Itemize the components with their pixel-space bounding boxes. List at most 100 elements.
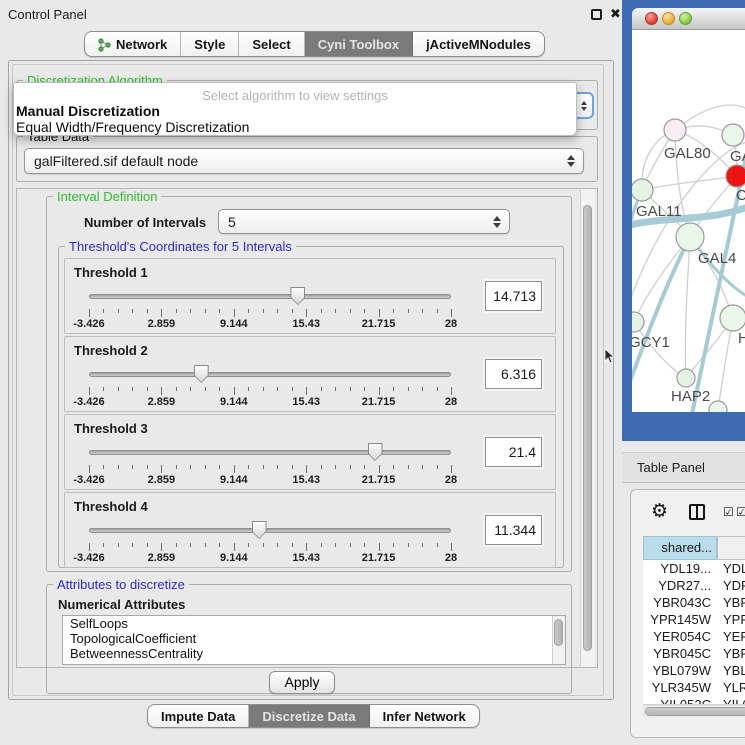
column-header-name[interactable]: na xyxy=(717,536,745,560)
table-data-value: galFiltered.sif default node xyxy=(34,153,198,169)
threshold-slider[interactable]: -3.4262.8599.14415.4321.71528 xyxy=(89,363,451,411)
attribute-item[interactable]: SelfLoops xyxy=(63,616,565,631)
slider-tick-labels: -3.4262.8599.14415.4321.71528 xyxy=(89,474,451,486)
tick-mark xyxy=(132,543,133,547)
tick-mark xyxy=(219,387,220,391)
columns-icon[interactable] xyxy=(689,504,705,520)
cell-name[interactable]: YLR3 xyxy=(717,679,745,696)
cell-shared-name[interactable]: YLR345W xyxy=(643,679,717,696)
tick-mark xyxy=(335,465,336,469)
checkbox-icon[interactable]: ☑ xyxy=(723,506,734,518)
slider-thumb[interactable] xyxy=(368,443,383,461)
close-icon[interactable]: ✖ xyxy=(610,6,621,22)
number-of-intervals-combobox[interactable]: 5 xyxy=(218,209,510,234)
control-panel-titlebar: Control Panel ✖ xyxy=(0,0,622,28)
threshold-slider[interactable]: -3.4262.8599.14415.4321.71528 xyxy=(89,519,451,567)
tab-select[interactable]: Select xyxy=(239,32,304,56)
tick-mark xyxy=(451,465,452,473)
threshold-slider[interactable]: -3.4262.8599.14415.4321.71528 xyxy=(89,441,451,489)
tab-impute-data-label: Impute Data xyxy=(161,709,235,724)
scrollbar-thumb[interactable] xyxy=(554,619,563,646)
tab-network[interactable]: Network xyxy=(85,32,181,56)
cell-shared-name[interactable]: YBR043C xyxy=(643,594,717,611)
slider-track[interactable] xyxy=(89,294,451,299)
tick-mark xyxy=(277,387,278,391)
tick-mark xyxy=(379,309,380,317)
threshold-slider[interactable]: -3.4262.8599.14415.4321.71528 xyxy=(89,285,451,333)
tick-mark xyxy=(132,309,133,313)
threshold-value-field[interactable]: 14.713 xyxy=(485,281,542,311)
threshold-value-field[interactable]: 21.4 xyxy=(485,437,542,467)
network-window-titlebar[interactable] xyxy=(632,8,745,30)
table-horizontal-scrollbar[interactable] xyxy=(643,704,745,717)
tick-mark xyxy=(89,387,90,395)
tab-jactivemnodules[interactable]: jActiveMNodules xyxy=(413,32,544,56)
attributes-scrollbar[interactable] xyxy=(552,616,565,664)
table-row[interactable]: YDL19...YDL1 xyxy=(643,560,745,577)
cell-shared-name[interactable]: YDR27... xyxy=(643,577,717,594)
tab-impute-data[interactable]: Impute Data xyxy=(148,705,249,727)
cell-name[interactable]: YDR2 xyxy=(717,577,745,594)
threshold-value-field[interactable]: 6.316 xyxy=(485,359,542,389)
minimize-traffic-light-icon[interactable] xyxy=(662,12,675,25)
table-row[interactable]: YLR345WYLR3 xyxy=(643,679,745,696)
number-of-intervals-value: 5 xyxy=(228,214,236,230)
slider-track[interactable] xyxy=(89,528,451,533)
threshold-value-field[interactable]: 11.344 xyxy=(485,515,542,545)
tick-mark xyxy=(408,387,409,391)
close-traffic-light-icon[interactable] xyxy=(645,12,658,25)
tick-mark xyxy=(335,387,336,391)
tab-cyni-toolbox-label: Cyni Toolbox xyxy=(318,37,399,52)
cell-shared-name[interactable]: YER054C xyxy=(643,628,717,645)
dropdown-item-manual-discretization[interactable]: Manual Discretization xyxy=(14,103,576,119)
table-row[interactable]: YDR27...YDR2 xyxy=(643,577,745,594)
table-row[interactable]: YBL079WYBL0 xyxy=(643,662,745,679)
scrollbar-thumb[interactable] xyxy=(583,205,592,651)
cell-shared-name[interactable]: YBR045C xyxy=(643,645,717,662)
tick-mark xyxy=(219,543,220,547)
tab-infer-network[interactable]: Infer Network xyxy=(370,705,479,727)
tab-style[interactable]: Style xyxy=(181,32,239,56)
slider-thumb[interactable] xyxy=(252,521,267,539)
network-canvas[interactable]: GAL80 GA C GAL11 GAL4 GCY1 H HAP2 xyxy=(632,30,745,412)
float-window-icon[interactable] xyxy=(591,9,602,20)
tick-label: 21.715 xyxy=(354,318,404,330)
cell-name[interactable]: YPR1 xyxy=(717,611,745,628)
tick-label: 9.144 xyxy=(209,318,259,330)
attribute-item[interactable]: TopologicalCoefficient xyxy=(63,631,565,646)
slider-thumb[interactable] xyxy=(290,287,305,305)
slider-track[interactable] xyxy=(89,372,451,377)
tick-mark xyxy=(379,387,380,395)
table-data-combobox[interactable]: galFiltered.sif default node xyxy=(24,148,584,174)
tick-mark xyxy=(306,543,307,551)
settings-vertical-scrollbar[interactable] xyxy=(580,189,595,667)
dropdown-item-equal-width-frequency[interactable]: Equal Width/Frequency Discretization xyxy=(14,119,576,135)
slider-track[interactable] xyxy=(89,450,451,455)
label-cut-c: C xyxy=(736,187,745,204)
cell-shared-name[interactable]: YBL079W xyxy=(643,662,717,679)
cell-name[interactable]: YBR0 xyxy=(717,645,745,662)
cell-name[interactable]: YDL1 xyxy=(717,560,745,577)
slider-thumb[interactable] xyxy=(194,365,209,383)
numerical-attributes-list[interactable]: SelfLoopsTopologicalCoefficientBetweenne… xyxy=(62,615,566,665)
cell-shared-name[interactable]: YDL19... xyxy=(643,560,717,577)
table-row[interactable]: YPR145WYPR1 xyxy=(643,611,745,628)
checkbox-icon[interactable]: ☑ xyxy=(736,506,745,518)
apply-button[interactable]: Apply xyxy=(269,671,335,694)
tab-discretize-data[interactable]: Discretize Data xyxy=(249,705,369,727)
column-header-shared-name[interactable]: shared... xyxy=(643,536,717,560)
gear-icon[interactable]: ⚙ xyxy=(651,502,668,521)
cell-name[interactable]: YBL0 xyxy=(717,662,745,679)
cell-shared-name[interactable]: YPR145W xyxy=(643,611,717,628)
tick-mark xyxy=(147,309,148,313)
zoom-traffic-light-icon[interactable] xyxy=(679,12,692,25)
table-row[interactable]: YBR045CYBR0 xyxy=(643,645,745,662)
table-row[interactable]: YER054CYER0 xyxy=(643,628,745,645)
scrollbar-thumb[interactable] xyxy=(645,707,745,716)
attribute-item[interactable]: BetweennessCentrality xyxy=(63,646,565,661)
table-row[interactable]: YBR043CYBR0 xyxy=(643,594,745,611)
tick-mark xyxy=(263,543,264,547)
tab-cyni-toolbox[interactable]: Cyni Toolbox xyxy=(305,32,413,56)
cell-name[interactable]: YER0 xyxy=(717,628,745,645)
cell-name[interactable]: YBR0 xyxy=(717,594,745,611)
